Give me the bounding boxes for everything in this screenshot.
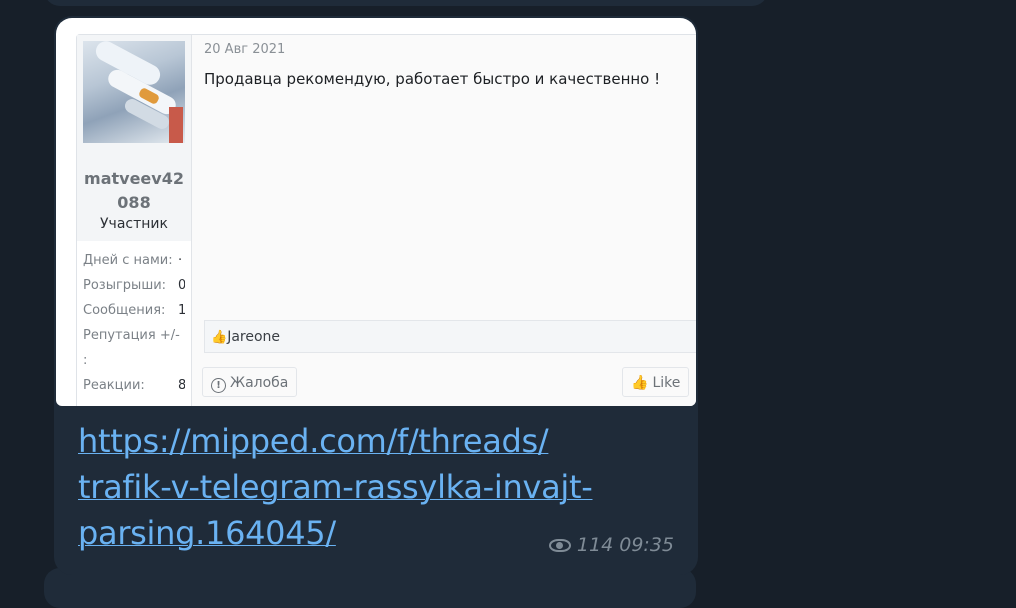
stat-messages: Сообщения: 1 bbox=[83, 303, 185, 318]
view-count: 114 bbox=[576, 534, 614, 556]
stat-reputation-colon: : bbox=[83, 353, 88, 368]
exclamation-circle-icon: ! bbox=[211, 378, 226, 393]
thumbs-up-outline-icon: 👍 bbox=[631, 375, 649, 391]
report-label: Жалоба bbox=[230, 375, 289, 391]
reactions-bar: 👍Jareone bbox=[204, 320, 696, 353]
post-date: 20 Авг 2021 bbox=[204, 42, 286, 57]
user-role: Участник bbox=[100, 216, 168, 232]
message-meta: 114 09:35 bbox=[538, 534, 674, 556]
message-bubble: matveev42088 Участник Дней с нами: · Розы… bbox=[54, 16, 698, 575]
user-avatar bbox=[83, 41, 185, 143]
username: matveev42088 bbox=[84, 169, 184, 212]
post-message: Продавца рекомендую, работает быстро и к… bbox=[204, 70, 661, 88]
link-line-3[interactable]: parsing.164045/ bbox=[78, 514, 336, 552]
stat-reputation: Репутация +/- bbox=[83, 328, 180, 343]
eye-icon bbox=[548, 539, 571, 552]
report-button: ! Жалоба bbox=[202, 367, 298, 397]
message-time: 09:35 bbox=[619, 534, 674, 556]
previous-message-bubble bbox=[44, 0, 768, 6]
link-line-2[interactable]: trafik-v-telegram-rassylka-invajt- bbox=[78, 468, 593, 506]
like-label: Like bbox=[652, 375, 681, 391]
link-line-1[interactable]: https://mipped.com/f/threads/ bbox=[78, 422, 549, 460]
stat-reactions: Реакции: 8 bbox=[83, 378, 185, 393]
thumbs-up-icon: 👍 bbox=[211, 330, 228, 345]
stat-days: Дней с нами: · bbox=[83, 253, 183, 268]
user-stats: Дней с нами: · Розыгрыши: 0 Сообщения: 1 Ре… bbox=[77, 241, 191, 406]
user-sidebar: matveev42088 Участник Дней с нами: · Розы… bbox=[77, 35, 192, 406]
screenshot-image[interactable]: matveev42088 Участник Дней с нами: · Розы… bbox=[56, 18, 696, 406]
like-button: 👍 Like bbox=[622, 367, 690, 397]
stat-giveaways: Розыгрыши: 0 bbox=[83, 278, 185, 293]
reaction-user: Jareone bbox=[227, 329, 281, 345]
